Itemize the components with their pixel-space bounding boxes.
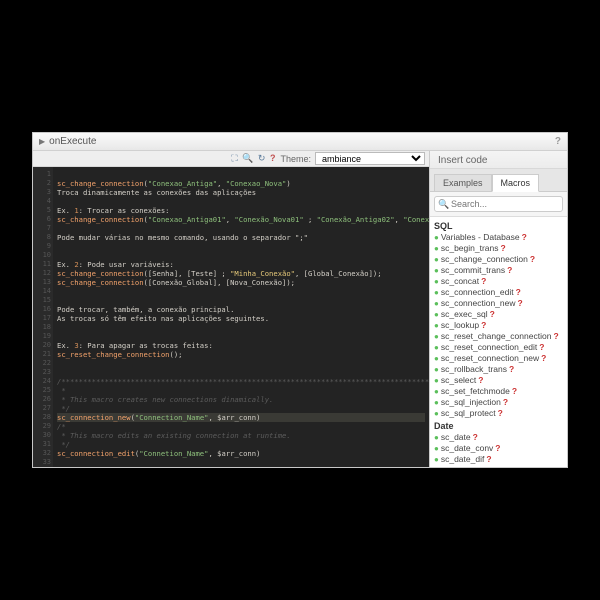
- macro-item[interactable]: ●sc_connection_edit?: [434, 287, 567, 298]
- macro-item[interactable]: ●sc_select?: [434, 375, 567, 386]
- macro-item[interactable]: ●sc_reset_connection_edit?: [434, 342, 567, 353]
- code-editor[interactable]: 1 2 3 4 5 6 7 8 9 10 11 12 13 14 15 16 1…: [33, 167, 429, 467]
- editor-pane: ⛶ 🔍 ↻ ? Theme: ambiance 1 2 3 4 5 6 7 8 …: [33, 151, 429, 467]
- expand-icon[interactable]: ⛶: [231, 153, 237, 163]
- search-icon[interactable]: 🔍: [242, 153, 253, 163]
- macro-item[interactable]: ●sc_sql_injection?: [434, 397, 567, 408]
- tabs: Examples Macros: [430, 169, 567, 192]
- macro-item[interactable]: ●sc_connection_new?: [434, 298, 567, 309]
- search-icon: 🔍: [438, 199, 449, 210]
- macro-item[interactable]: ●sc_date?: [434, 432, 567, 443]
- macro-item[interactable]: ●sc_sql_protect?: [434, 408, 567, 419]
- window-title: onExecute: [49, 136, 96, 147]
- theme-label: Theme:: [280, 154, 311, 164]
- macro-item[interactable]: ●sc_change_connection?: [434, 254, 567, 265]
- editor-toolbar: ⛶ 🔍 ↻ ? Theme: ambiance: [33, 151, 429, 167]
- collapse-icon[interactable]: ▶: [39, 137, 45, 146]
- macro-item[interactable]: ●sc_date_dif_2?: [434, 465, 567, 467]
- macro-item[interactable]: ●sc_concat?: [434, 276, 567, 287]
- macro-item[interactable]: ●sc_set_fetchmode?: [434, 386, 567, 397]
- search-input[interactable]: [434, 196, 563, 212]
- macro-item[interactable]: ●sc_commit_trans?: [434, 265, 567, 276]
- macro-item[interactable]: ●sc_rollback_trans?: [434, 364, 567, 375]
- macro-item[interactable]: ●sc_exec_sql?: [434, 309, 567, 320]
- gutter: 1 2 3 4 5 6 7 8 9 10 11 12 13 14 15 16 1…: [33, 167, 53, 467]
- group-sql: SQL: [434, 219, 567, 232]
- group-date: Date: [434, 419, 567, 432]
- tab-examples[interactable]: Examples: [434, 174, 492, 192]
- macro-item[interactable]: ●sc_date_conv?: [434, 443, 567, 454]
- help-icon[interactable]: ?: [270, 153, 276, 163]
- search-box: 🔍: [430, 192, 567, 217]
- refresh-icon[interactable]: ↻: [258, 153, 266, 163]
- titlebar: ▶ onExecute ?: [33, 133, 567, 151]
- macro-item[interactable]: ●sc_lookup?: [434, 320, 567, 331]
- help-icon[interactable]: ?: [555, 136, 561, 147]
- macro-item[interactable]: ●sc_date_dif?: [434, 454, 567, 465]
- theme-select[interactable]: ambiance: [315, 152, 425, 165]
- app-window: ▶ onExecute ? ⛶ 🔍 ↻ ? Theme: ambiance 1 …: [32, 132, 568, 468]
- tab-macros[interactable]: Macros: [492, 174, 540, 192]
- macro-item[interactable]: ●sc_reset_change_connection?: [434, 331, 567, 342]
- macro-list: SQL ●Variables - Database?●sc_begin_tran…: [430, 217, 567, 467]
- side-title: Insert code: [430, 151, 567, 169]
- macro-item[interactable]: ●Variables - Database?: [434, 232, 567, 243]
- code-text[interactable]: sc_change_connection("Conexao_Antiga", "…: [53, 167, 429, 467]
- side-pane: Insert code Examples Macros 🔍 SQL ●Varia…: [429, 151, 567, 467]
- macro-item[interactable]: ●sc_reset_connection_new?: [434, 353, 567, 364]
- macro-item[interactable]: ●sc_begin_trans?: [434, 243, 567, 254]
